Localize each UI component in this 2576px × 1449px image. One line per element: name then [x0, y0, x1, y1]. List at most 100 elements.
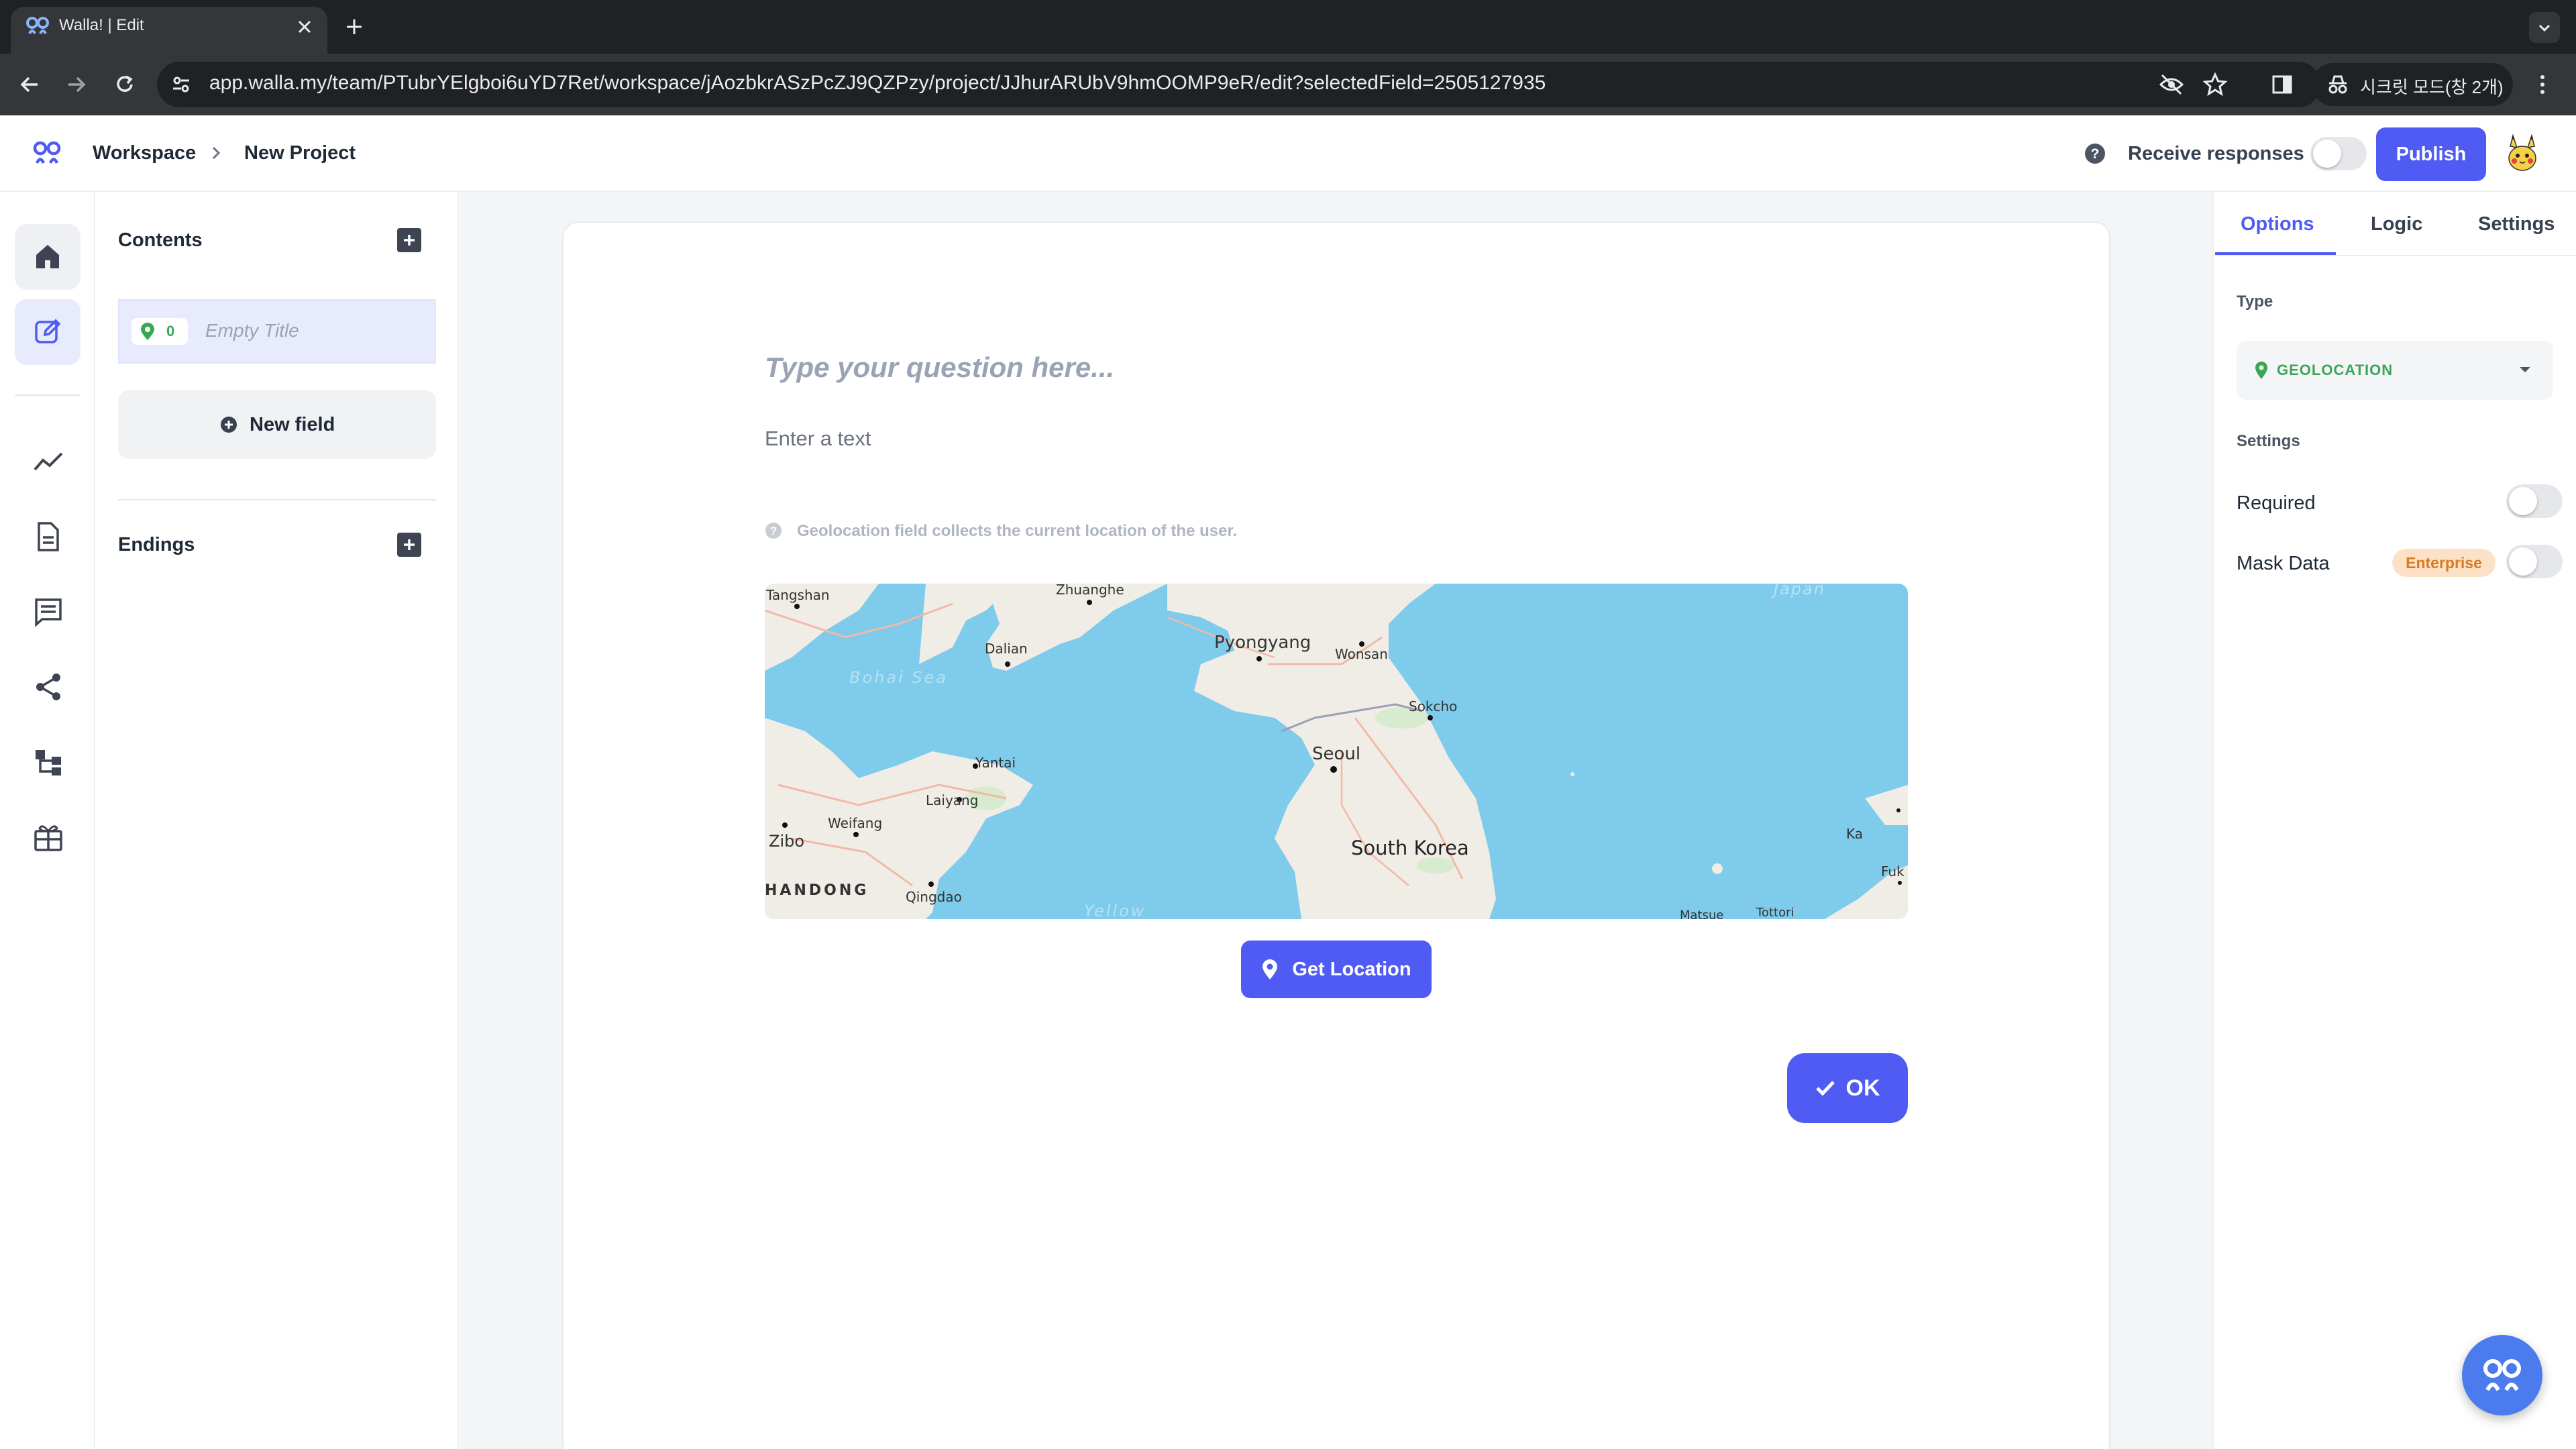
browser-tab[interactable] — [11, 7, 327, 54]
svg-text:?: ? — [2091, 146, 2100, 162]
location-pin-icon — [2255, 362, 2267, 379]
side-panel-icon[interactable] — [2270, 72, 2294, 97]
map-label-sokcho: Sokcho — [1409, 698, 1457, 714]
type-value: GEOLOCATION — [2277, 362, 2394, 378]
eye-off-icon[interactable] — [2159, 72, 2184, 97]
browser-tab-strip — [0, 0, 2576, 54]
browser-menu-icon[interactable] — [2537, 72, 2548, 97]
enterprise-badge: Enterprise — [2392, 549, 2496, 577]
field-type-badge: 0 — [131, 318, 188, 345]
field-title: Empty Title — [205, 320, 299, 341]
ok-button[interactable]: OK — [1787, 1053, 1908, 1123]
walla-logo-icon[interactable] — [32, 140, 62, 166]
tab-logic[interactable]: Logic — [2371, 213, 2422, 235]
tab-search-icon[interactable] — [2529, 12, 2560, 43]
map-label-wonsan: Wonsan — [1335, 646, 1388, 662]
map-label-japan: Japan — [1771, 584, 1825, 598]
field-badge-count: 0 — [166, 323, 175, 339]
walla-favicon-icon — [25, 16, 50, 36]
mask-data-toggle[interactable] — [2506, 545, 2563, 578]
publish-button[interactable]: Publish — [2376, 127, 2486, 181]
walla-logo-icon — [2483, 1359, 2521, 1391]
tab-options[interactable]: Options — [2241, 213, 2314, 235]
rail-divider — [15, 394, 80, 396]
svg-text:?: ? — [770, 525, 777, 537]
get-location-button[interactable]: Get Location — [1241, 941, 1432, 998]
new-tab-icon[interactable] — [343, 16, 365, 38]
back-icon[interactable] — [17, 72, 42, 97]
document-icon — [38, 522, 59, 551]
avatar[interactable] — [2500, 130, 2545, 176]
site-info-icon[interactable] — [170, 74, 192, 95]
sidebar-divider — [118, 499, 436, 500]
tab-close-icon[interactable] — [295, 17, 314, 36]
map-label-qingdao: Qingdao — [906, 889, 962, 905]
receive-responses-toggle[interactable] — [2310, 137, 2367, 170]
bookmark-star-icon[interactable] — [2203, 72, 2227, 97]
map-label-laiyang: Laiyang — [926, 792, 978, 808]
map-label-dalian: Dalian — [985, 641, 1028, 657]
tab-settings[interactable]: Settings — [2478, 213, 2555, 235]
map-label-yellow: Yellow — [1084, 902, 1146, 919]
add-ending-button[interactable] — [397, 533, 421, 557]
tab-divider — [2214, 255, 2576, 256]
map-label-ka: Ka — [1846, 826, 1863, 842]
tab-title: Walla! | Edit — [59, 16, 144, 34]
incognito-label: 시크릿 모드(창 2개) — [2360, 77, 2504, 97]
map-label-seoul: Seoul — [1312, 744, 1360, 764]
rail-integrations-button[interactable] — [30, 743, 67, 781]
rail-edit-button[interactable] — [15, 299, 80, 365]
get-location-label: Get Location — [1292, 958, 1411, 980]
required-toggle[interactable] — [2506, 484, 2563, 518]
breadcrumb-workspace[interactable]: Workspace — [93, 142, 196, 164]
rail-home-button[interactable] — [15, 224, 80, 290]
rail-gift-button[interactable] — [30, 818, 67, 856]
breadcrumb-chevron-icon — [209, 145, 223, 161]
url-text[interactable]: app.walla.my/team/PTubrYElgboi6uYD7Ret/w… — [209, 72, 1546, 95]
map-label-fuk: Fuk — [1881, 863, 1904, 879]
required-label: Required — [2237, 492, 2316, 514]
question-title-input[interactable]: Type your question here... — [765, 352, 1114, 384]
endings-heading: Endings — [118, 534, 195, 555]
location-pin-icon — [1263, 959, 1278, 979]
map-label-tangshan: Tangshan — [765, 587, 830, 603]
help-icon[interactable]: ? — [2084, 142, 2106, 165]
info-icon: ? — [765, 522, 782, 539]
settings-label: Settings — [2237, 432, 2300, 450]
dropdown-caret-icon — [2518, 365, 2532, 374]
map-label-bohai: Bohai Sea — [849, 668, 948, 687]
rail-document-button[interactable] — [30, 518, 67, 555]
breadcrumb-project[interactable]: New Project — [244, 142, 356, 164]
gift-icon — [34, 825, 62, 851]
integrations-icon — [36, 750, 61, 775]
check-icon — [1815, 1081, 1835, 1096]
add-content-button[interactable] — [397, 228, 421, 252]
contents-sidebar — [97, 192, 459, 1449]
rail-responses-button[interactable] — [30, 593, 67, 631]
geolocation-type-chip: GEOLOCATION — [2254, 358, 2402, 382]
type-label: Type — [2237, 292, 2273, 311]
add-circle-icon — [220, 416, 237, 433]
plus-icon — [404, 235, 415, 246]
plus-icon — [404, 539, 415, 550]
forward-icon[interactable] — [64, 72, 89, 97]
help-widget-button[interactable] — [2462, 1335, 2542, 1415]
question-description-input[interactable]: Enter a text — [765, 427, 871, 451]
map-label-yantai: Yantai — [975, 755, 1016, 771]
rail-analytics-button[interactable] — [30, 443, 67, 480]
home-icon — [36, 245, 59, 268]
location-map[interactable]: Tangshan Zhuanghe Japan Pyongyang Wonsan… — [765, 584, 1908, 919]
map-label-zhuanghe: Zhuanghe — [1056, 584, 1124, 598]
map-label-pyongyang: Pyongyang — [1214, 633, 1311, 653]
rail-share-button[interactable] — [30, 668, 67, 706]
map-label-weifang: Weifang — [828, 815, 882, 831]
new-field-label: New field — [250, 414, 335, 435]
reload-icon[interactable] — [113, 72, 137, 97]
analytics-icon — [34, 452, 63, 471]
location-pin-icon — [141, 323, 154, 340]
responses-icon — [35, 598, 62, 627]
map-label-zibo: Zibo — [769, 832, 804, 851]
geolocation-helper-text: Geolocation field collects the current l… — [797, 522, 1238, 540]
map-label-matsue: Matsue — [1680, 908, 1723, 919]
share-icon — [36, 674, 60, 700]
